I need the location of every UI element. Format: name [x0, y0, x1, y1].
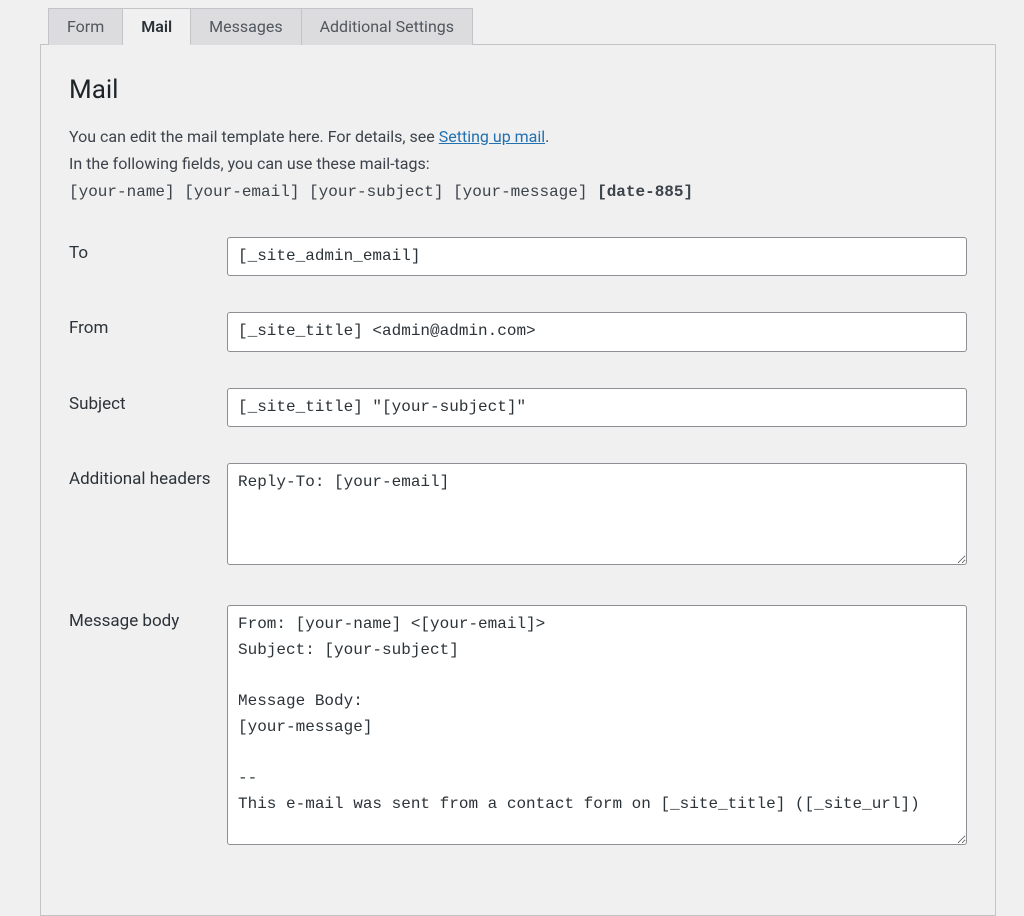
message-body-textarea[interactable]: [227, 605, 967, 845]
setting-up-mail-link[interactable]: Setting up mail: [439, 127, 545, 146]
intro-text-suffix: .: [545, 127, 549, 146]
additional-headers-textarea[interactable]: [227, 463, 967, 565]
subject-label: Subject: [69, 388, 227, 414]
mail-panel: Mail You can edit the mail template here…: [40, 44, 996, 916]
subject-input[interactable]: [227, 388, 967, 428]
mail-tags-intro: In the following fields, you can use the…: [69, 150, 967, 177]
tab-form[interactable]: Form: [48, 8, 123, 45]
section-title: Mail: [69, 75, 967, 105]
tab-messages[interactable]: Messages: [191, 8, 301, 45]
to-label: To: [69, 237, 227, 263]
message-body-label: Message body: [69, 605, 227, 631]
tab-bar: Form Mail Messages Additional Settings: [48, 8, 1004, 45]
mail-tags: [your-name] [your-email] [your-subject] …: [69, 183, 597, 201]
intro-text-prefix: You can edit the mail template here. For…: [69, 127, 439, 146]
mail-tag-bold: [date-885]: [597, 183, 693, 201]
tab-mail[interactable]: Mail: [123, 8, 191, 45]
from-label: From: [69, 312, 227, 338]
section-intro: You can edit the mail template here. For…: [69, 123, 967, 207]
additional-headers-label: Additional headers: [69, 463, 227, 489]
to-input[interactable]: [227, 237, 967, 277]
tab-additional-settings[interactable]: Additional Settings: [302, 8, 473, 45]
from-input[interactable]: [227, 312, 967, 352]
